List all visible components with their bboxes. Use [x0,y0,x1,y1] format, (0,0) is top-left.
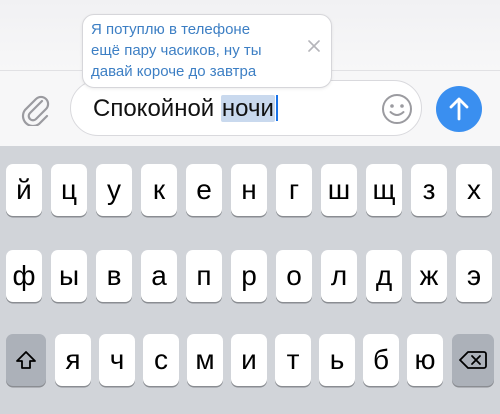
arrow-up-icon [449,97,469,121]
key[interactable]: д [366,250,402,302]
key[interactable]: з [411,164,447,216]
backspace-key[interactable] [452,334,494,386]
message-text-plain: Спокойной [93,95,221,122]
reply-preview-popup[interactable]: Я потуплю в телефоне ещё пару часиков, н… [82,14,332,88]
key[interactable]: г [276,164,312,216]
shift-arrow-icon [16,351,36,369]
key[interactable]: к [141,164,177,216]
key[interactable]: ш [321,164,357,216]
paperclip-icon [21,95,50,126]
key[interactable]: ц [51,164,87,216]
key[interactable]: щ [366,164,402,216]
shift-key[interactable] [6,334,46,386]
reply-line: Я потуплю в телефоне [91,21,251,38]
send-button[interactable] [436,86,482,132]
close-x-icon [308,40,320,52]
key[interactable]: т [275,334,311,386]
message-input[interactable]: Спокойной ночи [70,80,422,136]
message-text[interactable]: Спокойной ночи [93,95,278,123]
key[interactable]: а [141,250,177,302]
key[interactable]: ю [407,334,443,386]
key[interactable]: у [96,164,132,216]
key[interactable]: м [187,334,223,386]
message-text-selected: ночи [220,95,275,122]
key[interactable]: о [276,250,312,302]
key[interactable]: х [456,164,492,216]
key[interactable]: п [186,250,222,302]
key[interactable]: е [186,164,222,216]
key[interactable]: я [55,334,91,386]
key[interactable]: й [6,164,42,216]
key[interactable]: с [143,334,179,386]
key[interactable]: ы [51,250,87,302]
key[interactable]: и [231,334,267,386]
key[interactable]: б [363,334,399,386]
reply-preview-text: Я потуплю в телефоне ещё пару часиков, н… [91,19,262,82]
emoji-button[interactable] [379,91,415,127]
reply-line: давай короче до завтра [91,63,257,80]
reply-line: ещё пару часиков, ну ты [91,42,262,59]
key[interactable]: н [231,164,267,216]
smiley-icon [382,94,412,124]
key[interactable]: ф [6,250,42,302]
attach-button[interactable] [16,90,54,128]
key[interactable]: ь [319,334,355,386]
key[interactable]: ч [99,334,135,386]
close-reply-button[interactable] [305,37,323,55]
keyboard: й ц у к е н г ш щ з х ф ы в а п р о л д … [0,146,500,414]
key[interactable]: ж [411,250,447,302]
key[interactable]: р [231,250,267,302]
backspace-icon [459,351,487,369]
chat-input-bar: Спокойной ночи Я потуплю в телефоне ещё … [0,0,500,146]
key[interactable]: э [456,250,492,302]
key[interactable]: в [96,250,132,302]
text-caret [275,95,278,121]
key[interactable]: л [321,250,357,302]
